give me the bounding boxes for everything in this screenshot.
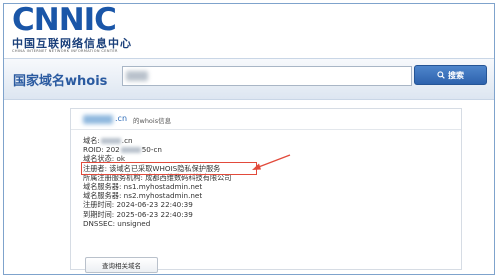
whois-row-text: 到期时间: 2025-06-23 22:40:39 — [83, 209, 193, 219]
search-button-label: 搜索 — [448, 70, 464, 80]
whois-rows: 域名: .cn ROID: 202 50-cn 域名状态: ok 注册者: 该域名已采取… — [81, 136, 257, 228]
whois-row-text: 域名: — [83, 136, 100, 145]
query-related-domains-button[interactable]: 查询相关域名 — [85, 257, 158, 273]
logo-english-name: CHINA INTERNET NETWORK INFORMATION CENTE… — [12, 49, 118, 53]
whois-row-text: 所属注册服务机构: 成都西维数码科技有限公司 — [83, 172, 232, 182]
whois-row-text: 域名服务器: ns1.myhostadmin.net — [83, 181, 203, 191]
whois-row: 域名服务器: ns2.myhostadmin.net — [83, 191, 255, 200]
whois-row-text: ROID: 202 — [83, 145, 120, 155]
whois-row: ROID: 202 50-cn — [83, 145, 255, 154]
whois-row-text: 注册时间: 2024-06-23 22:40:39 — [83, 200, 193, 210]
whois-row-suffix: 50-cn — [141, 145, 162, 155]
magnifier-icon — [437, 71, 445, 79]
search-button[interactable]: 搜索 — [414, 65, 487, 85]
whois-row: DNSSEC: unsigned — [83, 219, 255, 228]
domain-suffix: .cn — [115, 114, 128, 123]
whois-row: 域名服务器: ns1.myhostadmin.net — [83, 182, 255, 191]
redacted-value — [120, 146, 141, 153]
whois-row-text: 域名服务器: ns2.myhostadmin.net — [83, 191, 203, 201]
whois-row-text: DNSSEC: unsigned — [83, 218, 151, 228]
search-band: 国家域名whois 搜索 — [4, 58, 494, 100]
whois-row-suffix: .cn — [121, 136, 133, 145]
redacted-domain — [126, 71, 148, 81]
whois-info-label: 的whois信息 — [133, 117, 172, 125]
whois-row: 域名状态: ok — [83, 154, 255, 163]
domain-search-input[interactable] — [122, 66, 412, 86]
redacted-domain — [83, 115, 113, 124]
search-title: 国家域名whois — [13, 74, 108, 89]
registrant-privacy-row: 注册者: 该域名已采取WHOIS隐私保护服务 — [81, 161, 257, 175]
whois-row-text: 注册者: 该域名已采取WHOIS隐私保护服务 — [83, 163, 221, 173]
whois-row: 域名: .cn — [83, 136, 255, 145]
whois-row-text: 域名状态: ok — [83, 154, 126, 164]
whois-row: 注册时间: 2024-06-23 22:40:39 — [83, 200, 255, 209]
whois-result-panel: .cn 的whois信息 域名: .cn ROID: 202 50-cn 域名状态: … — [70, 108, 462, 273]
redacted-value — [100, 137, 121, 144]
whois-row: 所属注册服务机构: 成都西维数码科技有限公司 — [83, 173, 255, 182]
result-header: .cn 的whois信息 — [71, 109, 461, 130]
whois-row: 到期时间: 2025-06-23 22:40:39 — [83, 210, 255, 219]
logo-text: CNNIC — [12, 2, 117, 38]
cnnic-logo[interactable]: CNNIC 中国互联网络信息中心 CHINA INTERNET NETWORK … — [12, 2, 212, 53]
